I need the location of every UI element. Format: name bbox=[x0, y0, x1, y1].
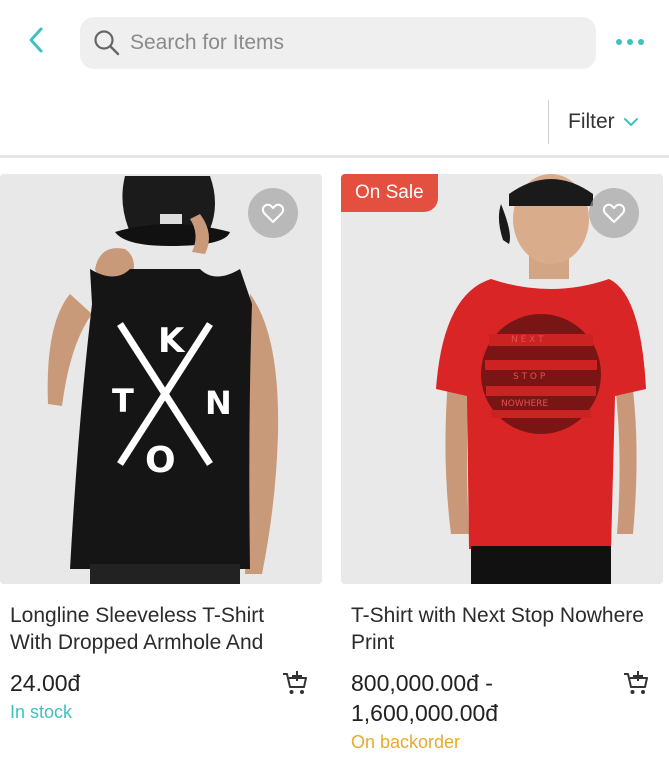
add-to-cart-icon bbox=[624, 671, 648, 694]
product-card[interactable]: K T N O Longline Sleeveless T-Shirt With… bbox=[0, 174, 322, 723]
product-price: 24.00đ bbox=[10, 670, 81, 696]
more-dots-icon bbox=[616, 39, 644, 45]
svg-text:N: N bbox=[205, 384, 232, 422]
svg-text:N E X T: N E X T bbox=[511, 335, 544, 345]
divider bbox=[548, 100, 549, 144]
search-bar[interactable] bbox=[80, 17, 596, 69]
product-image[interactable]: K T N O bbox=[0, 174, 322, 584]
add-to-cart-button[interactable] bbox=[280, 668, 310, 698]
sale-badge: On Sale bbox=[341, 174, 438, 212]
price-row: 800,000.00đ - 1,600,000.00đ bbox=[341, 668, 663, 728]
search-icon bbox=[92, 28, 122, 58]
search-input[interactable] bbox=[130, 31, 570, 55]
heart-icon bbox=[261, 203, 285, 223]
svg-text:O: O bbox=[145, 440, 176, 481]
add-to-cart-button[interactable] bbox=[621, 668, 651, 698]
product-card[interactable]: N E X T S T O P NOWHERE On Sale T-Shirt … bbox=[341, 174, 663, 753]
add-to-cart-icon bbox=[283, 671, 307, 694]
filter-label: Filter bbox=[568, 110, 615, 133]
chevron-down-icon bbox=[623, 117, 639, 127]
svg-text:NOWHERE: NOWHERE bbox=[501, 399, 548, 409]
more-options-button[interactable] bbox=[612, 30, 648, 54]
heart-icon bbox=[602, 203, 626, 223]
back-button[interactable] bbox=[20, 24, 52, 56]
price-row: 24.00đ bbox=[0, 668, 322, 698]
product-name[interactable]: T-Shirt with Next Stop Nowhere Print bbox=[341, 602, 651, 656]
wishlist-button[interactable] bbox=[589, 188, 639, 238]
stock-status: On backorder bbox=[351, 732, 461, 752]
wishlist-button[interactable] bbox=[248, 188, 298, 238]
stock-status: In stock bbox=[10, 702, 73, 722]
top-bar bbox=[0, 0, 669, 86]
svg-text:T: T bbox=[112, 382, 134, 420]
svg-text:K: K bbox=[158, 321, 186, 361]
product-image[interactable]: N E X T S T O P NOWHERE On Sale bbox=[341, 174, 663, 584]
svg-text:S T O P: S T O P bbox=[513, 372, 546, 382]
product-name[interactable]: Longline Sleeveless T-Shirt With Dropped… bbox=[0, 602, 310, 656]
filter-bar: Filter bbox=[0, 86, 669, 158]
chevron-left-icon bbox=[29, 27, 43, 53]
filter-button[interactable]: Filter bbox=[568, 110, 639, 134]
product-price: 800,000.00đ - 1,600,000.00đ bbox=[351, 670, 499, 726]
